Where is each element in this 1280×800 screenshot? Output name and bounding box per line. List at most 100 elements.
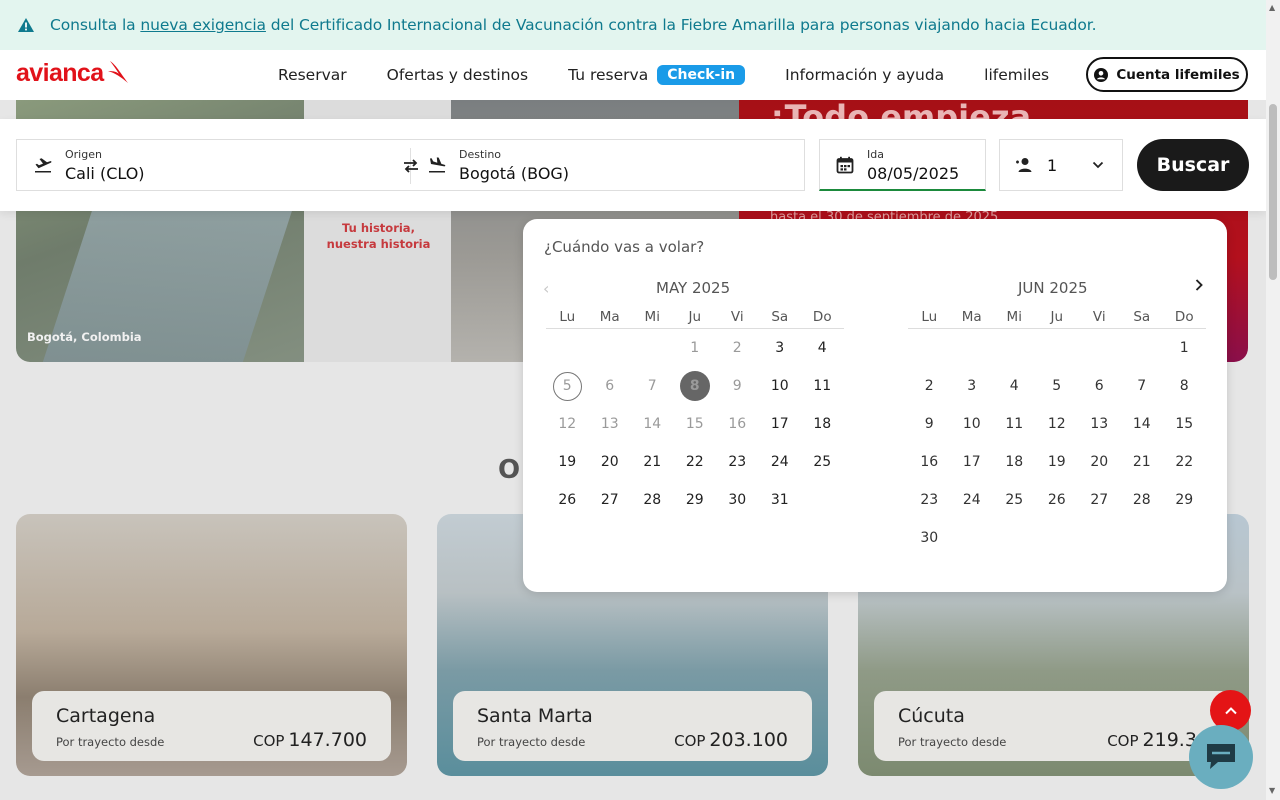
scroll-up-icon[interactable]: ▲ (1269, 3, 1275, 12)
day-cell[interactable]: 23 (716, 443, 759, 481)
page-scrollbar[interactable]: ▲ ▼ (1266, 0, 1280, 800)
day-cell[interactable]: 6 (1078, 367, 1121, 405)
search-button[interactable]: Buscar (1137, 139, 1249, 191)
day-cell[interactable]: 31 (759, 481, 802, 519)
day-cell[interactable]: 23 (908, 481, 951, 519)
day-cell[interactable]: 5 (1036, 367, 1079, 405)
account-button[interactable]: Cuenta lifemiles (1086, 57, 1248, 92)
origin-label: Origen (65, 148, 102, 161)
weekday-header: Lu Ma Mi Ju Vi Sa Do (908, 309, 1206, 329)
day-cell[interactable]: 29 (674, 481, 717, 519)
scroll-down-icon[interactable]: ▼ (1269, 786, 1275, 795)
day-cell: 14 (643, 416, 662, 432)
date-input[interactable]: 08/05/2025 (867, 164, 959, 183)
day-cell[interactable]: 18 (801, 405, 844, 443)
calendar-icon (836, 156, 854, 174)
day-cell: 13 (600, 416, 619, 432)
day-cell[interactable]: 17 (759, 405, 802, 443)
swap-icon[interactable] (401, 156, 421, 176)
nav-ofertas[interactable]: Ofertas y destinos (387, 66, 528, 84)
day-cell[interactable]: 19 (1036, 443, 1079, 481)
nav-tu-reserva-label[interactable]: Tu reserva (568, 66, 648, 84)
weekday: Vi (730, 309, 744, 325)
day-cell[interactable]: 18 (993, 443, 1036, 481)
day-cell[interactable]: 11 (993, 405, 1036, 443)
card-info: Cúcuta Por trayecto desde COP 219.30 (874, 691, 1233, 761)
day-cell[interactable]: 11 (801, 367, 844, 405)
day-cell[interactable]: 16 (908, 443, 951, 481)
day-cell[interactable]: 22 (674, 443, 717, 481)
day-cell[interactable]: 27 (589, 481, 632, 519)
day-cell[interactable]: 3 (759, 329, 802, 367)
day-cell[interactable]: 21 (1121, 443, 1164, 481)
card-price: COP 147.700 (253, 729, 367, 751)
day-cell[interactable]: 14 (1121, 405, 1164, 443)
day-cell[interactable]: 10 (759, 367, 802, 405)
main-nav: Reservar Ofertas y destinos Tu reserva Ch… (278, 50, 1089, 100)
day-cell[interactable]: 22 (1163, 443, 1206, 481)
day-cell[interactable]: 26 (546, 481, 589, 519)
day-cell[interactable]: 10 (951, 405, 994, 443)
avianca-logo[interactable]: avianca (16, 59, 132, 88)
card-city: Cartagena (56, 705, 156, 727)
empty-day (631, 329, 674, 367)
date-label: Ida (867, 148, 884, 161)
empty-day (1036, 329, 1079, 367)
nav-lifemiles[interactable]: lifemiles (984, 66, 1049, 84)
selected-day[interactable]: 8 (679, 371, 710, 401)
checkin-badge[interactable]: Check-in (657, 65, 746, 85)
card-currency: COP (253, 732, 285, 750)
day-cell[interactable]: 30 (908, 519, 951, 557)
destination-input[interactable]: Bogotá (BOG) (459, 164, 569, 183)
day-cell[interactable]: 13 (1078, 405, 1121, 443)
day-cell[interactable]: 28 (1121, 481, 1164, 519)
day-cell[interactable]: 25 (801, 443, 844, 481)
destination-card-cartagena[interactable]: Cartagena Por trayecto desde COP 147.700 (16, 514, 407, 776)
day-cell[interactable]: 30 (716, 481, 759, 519)
day-cell[interactable]: 20 (1078, 443, 1121, 481)
day-cell[interactable]: 21 (631, 443, 674, 481)
day-cell[interactable]: 9 (908, 405, 951, 443)
nav-reservar[interactable]: Reservar (278, 66, 347, 84)
card-city: Cúcuta (898, 705, 965, 727)
day-cell[interactable]: 2 (908, 367, 951, 405)
day-cell[interactable]: 4 (801, 329, 844, 367)
empty-day (589, 329, 632, 367)
day-cell[interactable]: 26 (1036, 481, 1079, 519)
day-cell[interactable]: 24 (759, 443, 802, 481)
day-cell[interactable]: 3 (951, 367, 994, 405)
day-cell[interactable]: 7 (1121, 367, 1164, 405)
day-cell[interactable]: 17 (951, 443, 994, 481)
scrollbar-thumb[interactable] (1269, 104, 1277, 280)
card-subtitle: Por trayecto desde (56, 735, 165, 749)
card-subtitle: Por trayecto desde (898, 735, 1007, 749)
today-day: 5 (552, 371, 582, 401)
day-cell[interactable]: 28 (631, 481, 674, 519)
day-cell[interactable]: 19 (546, 443, 589, 481)
card-currency: COP (1107, 732, 1139, 750)
passengers-field[interactable]: 1 (999, 139, 1123, 191)
day-cell[interactable]: 29 (1163, 481, 1206, 519)
origin-input[interactable]: Cali (CLO) (65, 164, 145, 183)
day-cell: 6 (605, 378, 615, 394)
arrow-up-icon (1224, 706, 1237, 714)
chevron-left-icon[interactable]: ‹ (543, 279, 549, 298)
day-cell[interactable]: 8 (1163, 367, 1206, 405)
nav-tu-reserva[interactable]: Tu reserva Check-in (568, 65, 746, 85)
day-cell[interactable]: 27 (1078, 481, 1121, 519)
banner-link[interactable]: nueva exigencia (140, 16, 266, 34)
day-cell[interactable]: 4 (993, 367, 1036, 405)
day-cell[interactable]: 25 (993, 481, 1036, 519)
departure-date-field[interactable]: Ida 08/05/2025 (819, 139, 986, 191)
logo-bird-icon (107, 60, 128, 83)
chevron-right-icon[interactable] (1191, 277, 1207, 293)
weekday: Do (812, 309, 832, 325)
day-cell[interactable]: 1 (1163, 329, 1206, 367)
day-cell[interactable]: 12 (1036, 405, 1079, 443)
nav-informacion[interactable]: Información y ayuda (785, 66, 944, 84)
day-cell[interactable]: 20 (589, 443, 632, 481)
day-cell[interactable]: 15 (1163, 405, 1206, 443)
chat-button[interactable] (1189, 725, 1253, 789)
day-cell: 9 (732, 378, 742, 394)
day-cell[interactable]: 24 (951, 481, 994, 519)
